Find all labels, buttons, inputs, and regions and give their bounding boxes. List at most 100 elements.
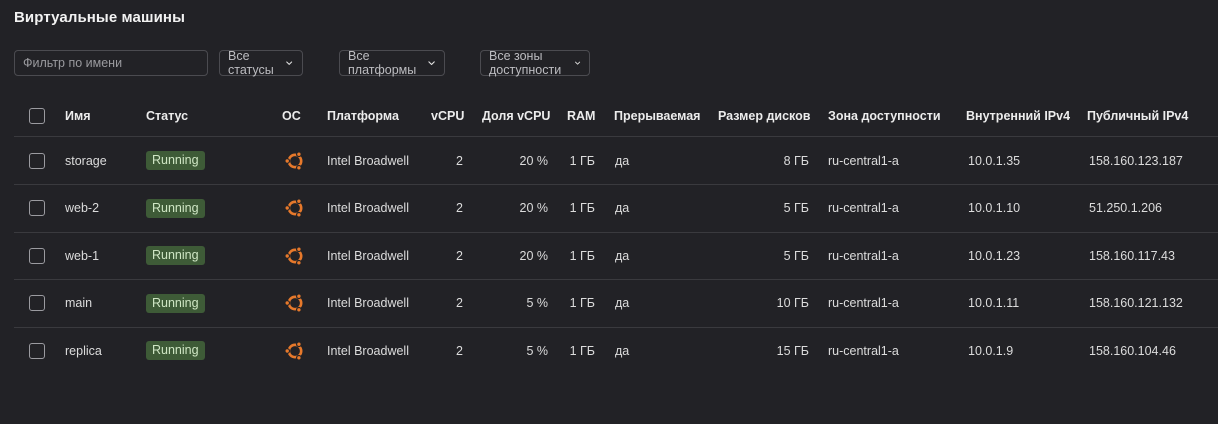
column-header-platform[interactable]: Платформа <box>327 96 399 136</box>
row-checkbox[interactable] <box>29 247 45 264</box>
table-header: Имя Статус ОС Платформа vCPU Доля vCPU R… <box>14 96 1218 137</box>
platform-cell: Intel Broadwell <box>327 343 409 358</box>
os-cell <box>282 280 306 327</box>
public-ip-cell: 158.160.104.46 <box>1089 343 1176 358</box>
vcpu-cell: 2 <box>456 153 463 168</box>
vcpu-share-cell: 20 % <box>519 248 549 263</box>
vm-name-cell[interactable]: web-1 <box>65 232 99 279</box>
zone-cell: ru-central1-a <box>828 153 899 168</box>
page-title: Виртуальные машины <box>14 9 185 26</box>
column-header-status[interactable]: Статус <box>146 96 188 136</box>
row-select-cell <box>29 327 45 374</box>
preemptible-cell: да <box>615 201 630 216</box>
platform-filter-dropdown[interactable]: Все платформы <box>339 49 446 77</box>
table-row[interactable]: replica Running Intel Broadwell 2 5 % 1 ГБ да 1… <box>14 327 1218 374</box>
table-row[interactable]: web-2 Running Intel Broadwell 2 20 % 1 ГБ да 5 … <box>14 185 1218 233</box>
ram-cell: 1 ГБ <box>569 296 595 311</box>
column-header-disk-size[interactable]: Размер дисков <box>718 96 810 136</box>
platform-filter-label: Все платформы <box>348 49 417 77</box>
vcpu-share-cell: 20 % <box>519 201 549 216</box>
ubuntu-icon <box>284 150 303 171</box>
ram-cell: 1 ГБ <box>569 248 595 263</box>
row-select-cell <box>29 185 45 232</box>
preemptible-cell: да <box>615 343 630 358</box>
chevron-down-icon <box>575 61 581 65</box>
public-ip-cell: 158.160.123.187 <box>1089 153 1183 168</box>
chevron-down-icon <box>286 61 293 65</box>
os-cell <box>282 137 306 184</box>
internal-ip-cell: 10.0.1.35 <box>968 153 1021 168</box>
column-header-preemptible[interactable]: Прерываемая <box>614 96 700 136</box>
preemptible-cell: да <box>615 248 630 263</box>
select-all-cell <box>29 96 45 136</box>
platform-cell: Intel Broadwell <box>327 201 409 216</box>
column-header-zone[interactable]: Зона доступности <box>828 96 941 136</box>
row-checkbox[interactable] <box>29 342 45 359</box>
table-row[interactable]: storage Running Intel Broadwell 2 20 % 1 ГБ да… <box>14 137 1218 185</box>
zone-cell: ru-central1-a <box>828 343 899 358</box>
vm-name-cell[interactable]: main <box>65 280 92 327</box>
disk-size-cell: 5 ГБ <box>783 248 809 263</box>
status-cell: Running <box>146 280 205 327</box>
os-cell <box>282 327 306 374</box>
vcpu-share-cell: 5 % <box>526 296 548 311</box>
zone-cell: ru-central1-a <box>828 296 899 311</box>
row-select-cell <box>29 232 45 279</box>
column-header-internal-ip[interactable]: Внутренний IPv4 <box>966 96 1070 136</box>
ram-cell: 1 ГБ <box>569 343 595 358</box>
column-header-vcpu-share[interactable]: Доля vCPU <box>482 96 550 136</box>
column-header-public-ip[interactable]: Публичный IPv4 <box>1087 96 1188 136</box>
ram-cell: 1 ГБ <box>569 153 595 168</box>
platform-cell: Intel Broadwell <box>327 248 409 263</box>
status-badge: Running <box>146 198 205 218</box>
ubuntu-icon <box>284 245 303 266</box>
status-badge: Running <box>146 341 205 361</box>
public-ip-cell: 51.250.1.206 <box>1089 201 1162 216</box>
vcpu-cell: 2 <box>456 248 463 263</box>
status-cell: Running <box>146 137 205 184</box>
platform-cell: Intel Broadwell <box>327 153 409 168</box>
select-all-checkbox[interactable] <box>29 108 45 124</box>
ram-cell: 1 ГБ <box>569 201 595 216</box>
status-badge: Running <box>146 246 205 266</box>
preemptible-cell: да <box>615 153 630 168</box>
internal-ip-cell: 10.0.1.11 <box>968 296 1020 311</box>
vm-name-cell[interactable]: web-2 <box>65 185 99 232</box>
public-ip-cell: 158.160.117.43 <box>1089 248 1175 263</box>
internal-ip-cell: 10.0.1.10 <box>968 201 1021 216</box>
disk-size-cell: 10 ГБ <box>776 296 809 311</box>
vcpu-share-cell: 5 % <box>526 343 548 358</box>
row-checkbox[interactable] <box>29 200 45 217</box>
zone-filter-dropdown[interactable]: Все зоны доступности <box>480 49 591 77</box>
chevron-down-icon <box>428 61 435 66</box>
vm-name-cell[interactable]: storage <box>65 137 107 184</box>
preemptible-cell: да <box>615 296 630 311</box>
public-ip-cell: 158.160.121.132 <box>1089 296 1183 311</box>
ubuntu-icon <box>284 293 303 313</box>
status-cell: Running <box>146 232 205 279</box>
zone-cell: ru-central1-a <box>828 248 899 263</box>
ubuntu-icon <box>284 341 303 361</box>
row-checkbox[interactable] <box>29 295 45 312</box>
status-badge: Running <box>146 151 205 170</box>
internal-ip-cell: 10.0.1.9 <box>968 343 1014 358</box>
os-cell <box>282 185 306 232</box>
row-select-cell <box>29 280 45 327</box>
status-cell: Running <box>146 327 205 374</box>
column-header-os[interactable]: ОС <box>282 96 301 136</box>
column-header-vcpu[interactable]: vCPU <box>431 96 464 136</box>
status-badge: Running <box>146 293 205 313</box>
disk-size-cell: 15 ГБ <box>776 343 809 358</box>
column-header-ram[interactable]: RAM <box>567 96 595 136</box>
column-header-name[interactable]: Имя <box>65 96 91 136</box>
vm-list-page: Виртуальные машины Все статусы Все платф… <box>0 0 1218 424</box>
ubuntu-icon <box>284 198 303 218</box>
vm-name-cell[interactable]: replica <box>65 327 102 374</box>
name-filter-input[interactable] <box>14 50 208 76</box>
vcpu-share-cell: 20 % <box>519 153 549 168</box>
row-checkbox[interactable] <box>29 152 45 169</box>
status-filter-dropdown[interactable]: Все статусы <box>219 49 303 77</box>
table-row[interactable]: web-1 Running Intel Broadwell 2 20 % 1 ГБ да 5 … <box>14 232 1218 281</box>
status-cell: Running <box>146 185 205 232</box>
table-row[interactable]: main Running Intel Broadwell 2 5 % 1 ГБ да 10 Г… <box>14 280 1218 328</box>
